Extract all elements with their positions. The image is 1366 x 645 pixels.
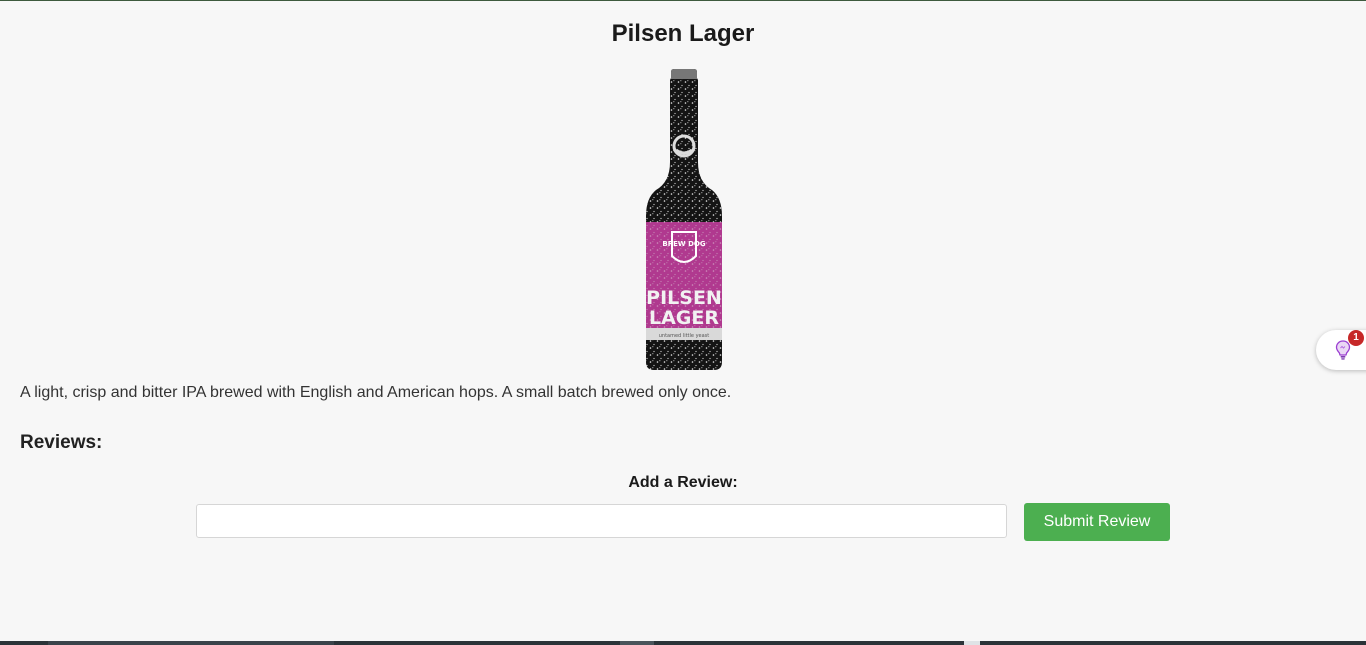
bottle-label-sub: untamed little yeast (659, 333, 710, 339)
reviews-heading: Reviews: (20, 432, 103, 453)
notification-badge: 1 (1348, 330, 1364, 346)
taskbar-segment (964, 641, 980, 645)
add-review-label: Add a Review: (628, 474, 738, 491)
bottle-brand-text: BREW DOG (662, 240, 705, 248)
taskbar-segment (620, 641, 654, 645)
submit-review-button[interactable]: Submit Review (1024, 503, 1170, 541)
taskbar-segment (48, 641, 334, 645)
top-border (0, 0, 1366, 1)
review-input[interactable] (196, 504, 1007, 538)
product-image: BREW DOG PILSEN LAGER untamed little yea… (642, 66, 726, 372)
page-title: Pilsen Lager (611, 20, 755, 47)
bottom-taskbar-strip (0, 641, 1366, 645)
floating-widget[interactable]: 1 (1316, 330, 1366, 370)
bottle-label-line2: LAGER (649, 307, 719, 329)
product-description: A light, crisp and bitter IPA brewed wit… (20, 384, 732, 401)
bottle-label-line1: PILSEN (646, 287, 722, 309)
